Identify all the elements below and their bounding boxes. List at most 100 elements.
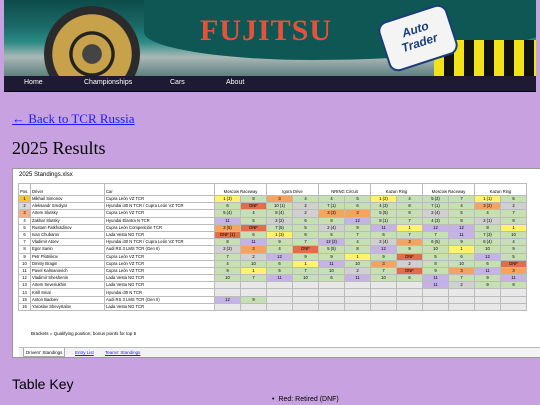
cell-result	[370, 281, 397, 290]
cell-result	[370, 295, 397, 304]
tab-entry-list[interactable]: Entry List	[75, 350, 94, 355]
back-link[interactable]: ← Back to TCR Russia	[12, 111, 135, 127]
cell-result: 7	[240, 274, 267, 283]
cell-result: 6	[292, 216, 319, 225]
cell-result: DNF	[396, 266, 423, 276]
cell-result: 3	[448, 266, 475, 276]
cell-result	[266, 281, 293, 290]
cell-result: 9	[474, 281, 501, 290]
cell-result	[396, 295, 423, 304]
cell-result: 11	[318, 259, 345, 268]
car-wheel-image	[44, 6, 140, 76]
table-key-item: Red: Retired (DNF)	[272, 396, 338, 403]
cell-result	[318, 302, 345, 312]
cell-result: 9	[370, 252, 397, 261]
header-round: Igora Drive	[266, 183, 319, 196]
tab-drivers-standings[interactable]: Drivers' Standings	[23, 348, 66, 357]
cell-result: 4	[292, 194, 319, 204]
cell-result: 4	[266, 245, 293, 254]
sheet-tab-bar: Drivers' Standings Entry List Teams' Sta…	[19, 347, 540, 357]
table-row: 12 Vladimir Sheshenin Lada Vesta NG TCR 10 7…	[18, 274, 527, 283]
cell-result	[500, 302, 527, 312]
cell-result: 4	[240, 209, 267, 218]
cell-result: 10	[370, 274, 397, 283]
cell-result: 2 (4)	[318, 223, 345, 232]
cell-result: 3	[500, 266, 527, 276]
nav-championships[interactable]: Championships	[84, 79, 132, 86]
cell-result: 5 (5)	[318, 245, 345, 254]
cell-result	[344, 288, 371, 297]
cell-pos: 16	[18, 302, 31, 312]
cell-result: 8	[422, 259, 449, 268]
cell-result	[448, 288, 475, 297]
cell-result: DNF	[500, 259, 527, 268]
cell-car: Audi RS 3 LMS TCR (Gen II)	[104, 245, 215, 254]
cell-result: 2	[292, 209, 319, 218]
cell-result: 4	[214, 259, 241, 268]
nav-home[interactable]: Home	[24, 79, 43, 86]
cell-driver: Aleksandr Smolyar	[30, 202, 105, 211]
cell-result: 1 (1)	[474, 194, 501, 204]
nav-cars[interactable]: Cars	[170, 79, 185, 86]
site-header: FUJITSU Auto Trader Home Championships Ca…	[4, 0, 536, 92]
cell-result: 5	[292, 223, 319, 232]
cell-result: 4	[448, 202, 475, 211]
cell-result: 12	[266, 252, 293, 261]
header-driver: Driver	[30, 183, 105, 196]
cell-result	[240, 302, 267, 312]
table-row: 2 Aleksandr Smolyar Hyundai i30 N TCR / Cu…	[18, 202, 527, 211]
cell-result: 2	[240, 252, 267, 261]
cell-result	[500, 288, 527, 297]
table-row: 7 Vladimir Atoev Hyundai i30 N TCR / Cupra…	[18, 238, 527, 247]
cell-result: 1 (2)	[370, 194, 397, 204]
cell-result: 7	[292, 238, 319, 247]
cell-result: 8	[396, 202, 423, 211]
cell-result: 9	[266, 238, 293, 247]
cell-result: 7	[292, 266, 319, 276]
cell-result: 10	[240, 259, 267, 268]
cell-driver: Pavel Kalmanovich	[30, 266, 105, 276]
cell-result: 6	[474, 259, 501, 268]
cell-pos: 4	[18, 216, 31, 225]
cell-result	[318, 295, 345, 304]
cell-car: Lada Vesta NG TCR	[104, 281, 215, 290]
cell-result: 4	[318, 194, 345, 204]
cell-driver: Petr Plotnikov	[30, 252, 105, 261]
spreadsheet-embed[interactable]: 2025 Standings.xlsx Pos. Driver Car Moscow …	[12, 168, 540, 358]
page-title: 2025 Results	[12, 138, 106, 158]
cell-result: 2	[344, 266, 371, 276]
table-row: 1 Mikhail Simonov Cupra León VZ TCR 1 (3) 8 3…	[18, 194, 527, 204]
cell-result: 3 (2)	[474, 202, 501, 211]
cell-result	[240, 288, 267, 297]
cell-result: 6	[214, 202, 241, 211]
tab-teams-standings[interactable]: Teams' Standings	[105, 350, 140, 355]
cell-car: Cupra León VZ TCR	[104, 252, 215, 261]
cell-car: Hyundai i30 N TCR / Cupra León VZ TCR	[104, 202, 215, 211]
cell-result	[422, 295, 449, 304]
cell-result: 5	[318, 230, 345, 240]
cell-result	[344, 281, 371, 290]
cell-result: 5 (2)	[422, 194, 449, 204]
cell-result: 12	[344, 216, 371, 225]
cell-result: 2	[448, 281, 475, 290]
banner-image: FUJITSU Auto Trader	[4, 0, 536, 76]
cell-result	[292, 295, 319, 304]
cell-result: 12 (2)	[318, 238, 345, 247]
cell-result	[422, 302, 449, 312]
cell-result: 2 (2)	[266, 216, 293, 225]
sponsor-logo-fujitsu: FUJITSU	[200, 14, 333, 47]
cell-car: Cupra León Competición TCR	[104, 223, 215, 232]
cell-result	[344, 295, 371, 304]
cell-driver: Vladimir Sheshenin	[30, 274, 105, 283]
cell-result: 6	[370, 230, 397, 240]
cell-pos: 2	[18, 202, 31, 211]
sheet-file-name: 2025 Standings.xlsx	[19, 172, 73, 178]
cell-pos: 7	[18, 238, 31, 247]
cell-result: 2	[396, 259, 423, 268]
cell-result: 6	[344, 202, 371, 211]
cell-result: 7	[214, 252, 241, 261]
nav-about[interactable]: About	[226, 79, 244, 86]
cell-result: 2 (1)	[474, 216, 501, 225]
header-round: NRING Circuit	[318, 183, 371, 196]
cell-result	[266, 302, 293, 312]
